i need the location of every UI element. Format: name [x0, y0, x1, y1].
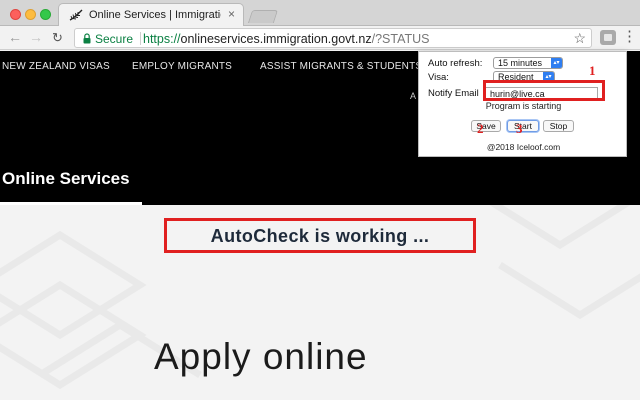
apply-online-heading: Apply online	[154, 336, 368, 377]
auto-refresh-select[interactable]: 15 minutes ▴▾	[493, 57, 563, 69]
email-highlight-box	[483, 80, 605, 101]
annotation-number-2: 2	[477, 121, 484, 136]
secure-label: Secure	[95, 32, 134, 46]
annotation-number-3: 3	[516, 121, 523, 136]
browser-tab[interactable]: Online Services | Immigration N ×	[58, 3, 244, 27]
lock-icon	[83, 33, 91, 44]
autocheck-status-text: AutoCheck is working ...	[210, 226, 430, 246]
stop-button[interactable]: Stop	[543, 120, 574, 132]
fern-icon	[69, 9, 83, 21]
extension-icon[interactable]	[600, 30, 616, 45]
autocheck-status-box: AutoCheck is working ...	[164, 218, 476, 253]
tab-close-icon[interactable]: ×	[228, 7, 235, 21]
forward-arrow-icon[interactable]: →	[29, 29, 43, 45]
notify-email-label: Notify Email	[428, 88, 479, 99]
browser-menu-icon[interactable]: ⋮	[622, 29, 637, 45]
main-content: AutoCheck is working ... Apply online	[0, 205, 640, 400]
program-status: Program is starting	[485, 101, 562, 111]
address-separator	[140, 32, 141, 45]
autocheck-popup: Auto refresh: 15 minutes ▴▾ Visa: Reside…	[418, 51, 627, 157]
url-host: onlineservices.immigration.govt.nz	[180, 32, 372, 46]
new-tab-button[interactable]	[247, 10, 279, 23]
auto-refresh-value: 15 minutes	[498, 58, 543, 68]
tab-title: Online Services | Immigration N	[89, 9, 221, 21]
start-button[interactable]: Start	[507, 120, 539, 132]
url-path: /?STATUS	[371, 32, 430, 46]
annotation-number-1: 1	[589, 63, 596, 78]
reload-icon[interactable]: ↻	[52, 30, 63, 46]
auto-refresh-label: Auto refresh:	[428, 58, 483, 69]
maximize-window-button[interactable]	[40, 9, 51, 20]
minimize-window-button[interactable]	[25, 9, 36, 20]
tab-bar: Online Services | Immigration N ×	[0, 0, 640, 27]
nav-link-assist-migrants[interactable]: ASSIST MIGRANTS & STUDENTS	[260, 61, 422, 72]
browser-toolbar: ← → ↻ Secure https://onlineservices.immi…	[0, 26, 640, 50]
url-text[interactable]: https://onlineservices.immigration.govt.…	[143, 32, 429, 46]
page-title: Online Services	[2, 169, 130, 188]
address-bar[interactable]: Secure https://onlineservices.immigratio…	[74, 28, 592, 48]
select-arrows-icon: ▴▾	[551, 58, 562, 68]
url-scheme: https://	[143, 32, 181, 46]
nav-link-employ-migrants[interactable]: EMPLOY MIGRANTS	[132, 61, 232, 72]
close-window-button[interactable]	[10, 9, 21, 20]
bookmark-star-icon[interactable]: ☆	[573, 30, 586, 47]
copyright-text: @2018 Iceloof.com	[486, 142, 561, 152]
nav-overflow-text[interactable]: A	[410, 91, 416, 101]
visa-label: Visa:	[428, 72, 449, 83]
save-button[interactable]: Save	[471, 120, 501, 132]
back-arrow-icon[interactable]: ←	[8, 29, 22, 45]
nav-link-new-zealand-visas[interactable]: NEW ZEALAND VISAS	[2, 61, 110, 72]
